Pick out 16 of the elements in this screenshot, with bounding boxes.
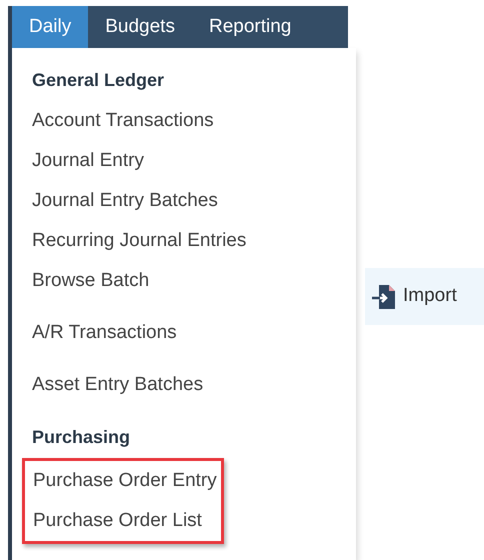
menu-item[interactable]: Purchase Order Entry: [33, 461, 217, 501]
menu-tab[interactable]: Daily: [12, 6, 88, 48]
menu-item[interactable]: Purchase Order List: [33, 501, 217, 541]
section-heading: Purchasing: [31, 426, 132, 449]
menu-item[interactable]: Recurring Journal Entries: [12, 221, 356, 261]
menu-item[interactable]: Asset Entry Batches: [12, 365, 356, 405]
menu-item[interactable]: A/R Transactions: [12, 313, 356, 353]
menu-tab[interactable]: Budgets: [88, 6, 192, 48]
menu-item[interactable]: Browse Batch: [12, 261, 356, 301]
menu-item[interactable]: Journal Entry Batches: [12, 181, 356, 221]
menu-item[interactable]: Journal Entry: [12, 141, 356, 181]
menu-item[interactable]: Account Transactions: [12, 101, 356, 141]
menu-tab[interactable]: Reporting: [192, 6, 308, 48]
import-icon: [371, 282, 397, 310]
import-button[interactable]: Import: [365, 268, 484, 325]
section-heading: General Ledger: [31, 69, 166, 92]
